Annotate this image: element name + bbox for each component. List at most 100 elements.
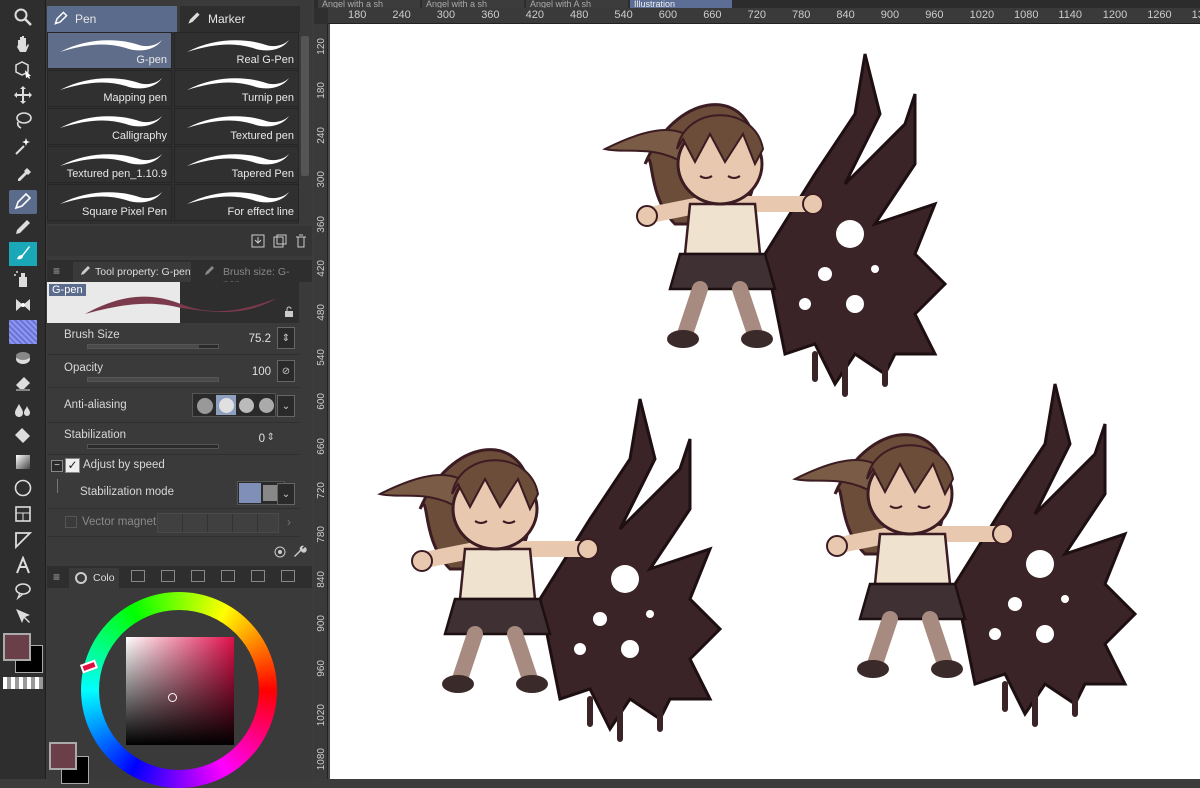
main-color-swatch[interactable] [3, 633, 31, 661]
antialias-selector[interactable] [192, 393, 276, 417]
ruler-tick-label: 300 [316, 171, 327, 188]
move-tool[interactable] [9, 84, 37, 108]
antialias-mid-icon[interactable] [239, 398, 254, 413]
import-icon[interactable] [251, 234, 265, 251]
tab-color-wheel[interactable]: Colo [69, 568, 119, 588]
document-tab[interactable]: Angel with a sh [318, 0, 420, 8]
lasso-tool[interactable] [9, 109, 37, 133]
hue-ring[interactable] [79, 592, 277, 788]
eraser-tool[interactable] [9, 372, 37, 396]
color-set-tab-icon[interactable] [161, 570, 175, 582]
ruler-tick-label: 840 [316, 570, 327, 588]
stabilization-value[interactable]: 0 [259, 433, 265, 445]
frame-tool[interactable] [9, 503, 37, 527]
vector-magnet-checkbox[interactable] [65, 516, 77, 528]
text-tool[interactable] [9, 554, 37, 579]
paint-bucket-tool[interactable] [9, 425, 37, 449]
correct-line-tool[interactable] [9, 605, 37, 629]
brush-item[interactable]: Real G-Pen [174, 32, 299, 69]
chevron-right-icon[interactable]: › [287, 515, 291, 529]
color-history-tab-icon[interactable] [251, 570, 265, 582]
trash-icon[interactable] [294, 234, 308, 251]
antialias-none-icon[interactable] [197, 398, 213, 414]
brush-tool[interactable] [9, 242, 37, 266]
sv-cursor[interactable] [168, 693, 177, 702]
tab-pen[interactable]: Pen [47, 6, 177, 32]
stabilization-slider[interactable] [87, 444, 219, 449]
ruler-tick-label: 840 [836, 9, 855, 21]
document-tab[interactable]: Illustration [630, 0, 732, 8]
tab-tool-property[interactable]: Tool property: G-pen [73, 262, 191, 282]
adjust-speed-checkbox[interactable]: ✓ [65, 458, 80, 473]
chevron-down-icon: ⌄ [281, 488, 291, 500]
duplicate-icon[interactable] [273, 234, 287, 251]
document-tab[interactable]: Angel with a sh [422, 0, 524, 8]
brush-size-stepper[interactable]: ⇕ [277, 327, 295, 349]
settings-dial-icon[interactable] [273, 545, 287, 562]
brush-item[interactable]: Turnip pen [174, 70, 299, 107]
brush-item[interactable]: Mapping pen [47, 70, 172, 107]
opacity-value[interactable]: 100 [252, 366, 271, 378]
color-slider-tab-icon[interactable] [131, 570, 145, 582]
lock-icon[interactable] [283, 306, 295, 321]
menu-handle-icon[interactable]: ≡ [53, 264, 60, 278]
brush-item[interactable]: G-pen [47, 32, 172, 69]
balloon-tool[interactable] [9, 580, 37, 604]
pencil-icon [13, 217, 33, 240]
hand-tool[interactable] [9, 33, 37, 57]
sub-view-tab-icon[interactable] [281, 570, 295, 582]
antialias-strong-icon[interactable] [259, 398, 274, 413]
brush-item[interactable]: Textured pen [174, 108, 299, 145]
antialias-row: Anti-aliasing ⌄ [47, 389, 299, 423]
brush-item[interactable]: Tapered Pen [174, 146, 299, 183]
fill-tool[interactable] [9, 399, 37, 423]
pencil-tool[interactable] [9, 216, 37, 240]
collapse-toggle[interactable]: − [51, 460, 63, 472]
transparent-swatch[interactable] [3, 677, 43, 689]
opacity-slider[interactable] [87, 377, 219, 382]
brush-stroke-preview [60, 116, 162, 128]
airbrush-tool[interactable] [9, 268, 37, 292]
pen-tool[interactable] [9, 190, 37, 214]
ruler-tool[interactable] [9, 529, 37, 553]
lasso-icon [13, 110, 33, 133]
tab-brush-size[interactable]: Brush size: G-pen [193, 262, 305, 290]
panel-main-color[interactable] [49, 742, 77, 770]
brush-item[interactable]: Textured pen_1.10.9 [47, 146, 172, 183]
menu-handle-icon[interactable]: ≡ [53, 570, 60, 584]
text-a-icon [13, 554, 33, 579]
tab-marker[interactable]: Marker [180, 6, 300, 32]
saturation-value-square[interactable] [126, 637, 234, 745]
object-tool[interactable] [9, 58, 37, 82]
intermediate-color-tab-icon[interactable] [191, 570, 205, 582]
approx-color-tab-icon[interactable] [221, 570, 235, 582]
eraser-icon [13, 373, 33, 396]
brush-size-value[interactable]: 75.2 [249, 333, 271, 345]
wrench-icon[interactable] [293, 545, 307, 562]
zoom-tool[interactable] [9, 6, 37, 30]
antialias-dropdown[interactable]: ⌄ [277, 395, 295, 417]
document-tab[interactable]: Angel with A sh [526, 0, 628, 8]
eyedropper-tool[interactable] [9, 165, 37, 189]
hue-cursor[interactable] [79, 659, 99, 674]
pattern-tool[interactable] [9, 320, 37, 344]
opacity-mode-button[interactable]: ⊘ [277, 360, 295, 382]
gradient-tool[interactable] [9, 451, 37, 475]
canvas[interactable] [330, 24, 1200, 779]
vector-magnet-selector[interactable] [157, 513, 279, 533]
frame-border-icon [13, 504, 33, 527]
brush-item[interactable]: Calligraphy [47, 108, 172, 145]
stabilization-spin-icon[interactable]: ⇕ [267, 432, 275, 443]
brush-size-slider[interactable] [87, 344, 219, 349]
shape-tool[interactable] [9, 477, 37, 501]
decoration-tool[interactable] [9, 294, 37, 318]
magic-wand-tool[interactable] [9, 135, 37, 159]
brush-stroke-preview [60, 154, 162, 166]
brush-list-scrollbar[interactable] [301, 36, 309, 176]
brush-item[interactable]: For effect line [174, 184, 299, 221]
blend-tool[interactable] [9, 346, 37, 370]
brush-item[interactable]: Square Pixel Pen [47, 184, 172, 221]
brush-label: Mapping pen [103, 92, 167, 104]
stabilization-mode-dropdown[interactable]: ⌄ [277, 483, 295, 505]
mode-speed-icon[interactable] [239, 483, 261, 503]
